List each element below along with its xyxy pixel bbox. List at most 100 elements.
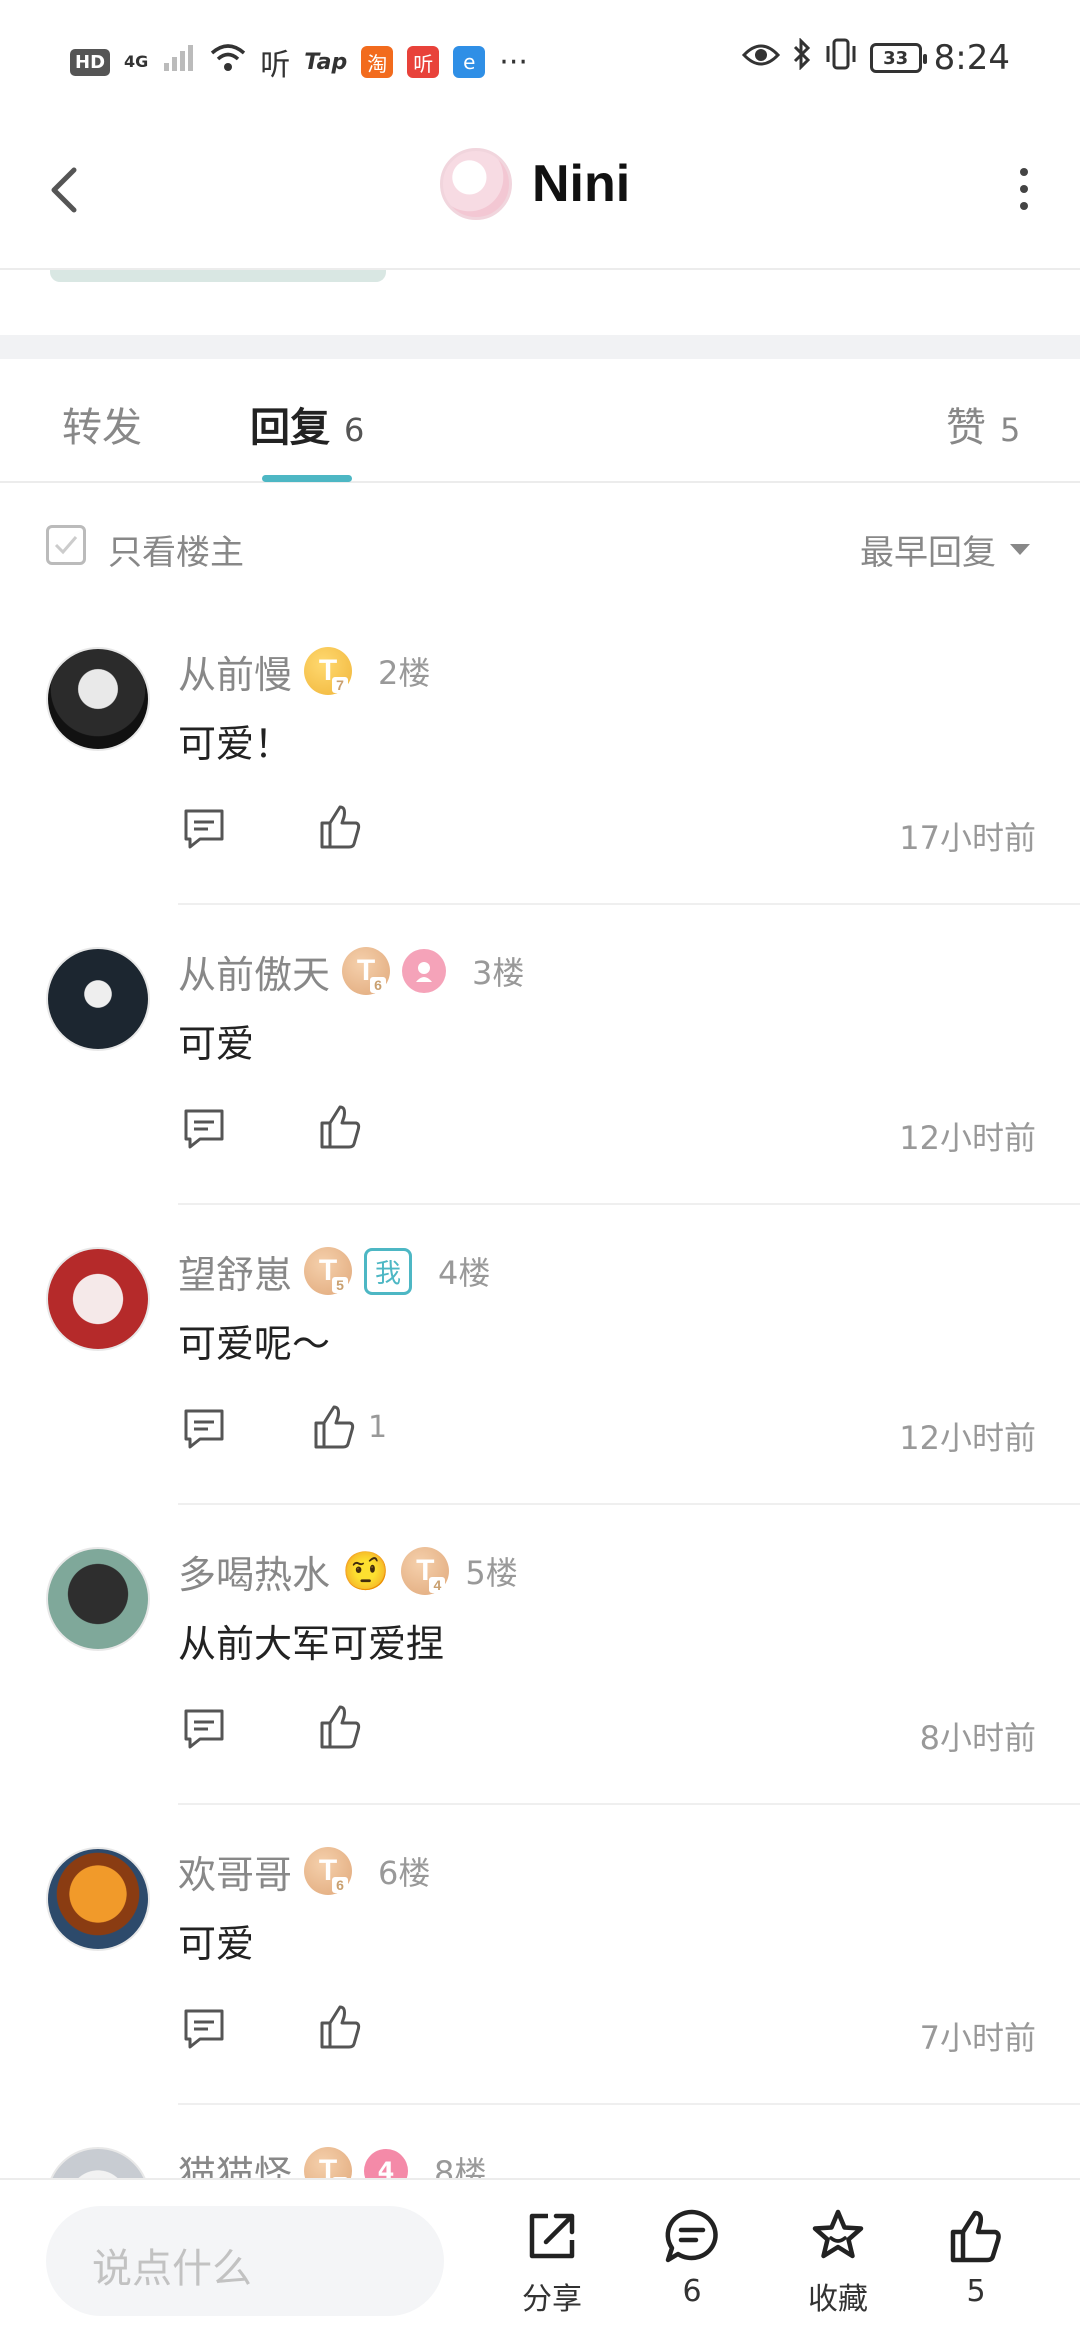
reply-icon[interactable] [182,1707,226,1751]
back-button[interactable] [40,150,90,230]
avatar[interactable] [46,947,150,1051]
author-avatar[interactable] [440,148,512,220]
creator-badge-icon [402,949,447,993]
like-button[interactable] [318,803,374,851]
post-image-edge [50,270,386,282]
level-badge-icon: T5 [304,1247,353,1295]
sort-label: 最早回复 [860,533,996,573]
thumbs-up-icon [950,2210,1001,2263]
more-options-button[interactable] [1018,168,1030,210]
comment-bubble-icon [665,2209,718,2263]
app-icon-ting: 听 [260,48,291,83]
timestamp: 8小时前 [919,1719,1036,1757]
comment-actions: 7小时前 [178,2003,1036,2059]
like-count: 1 [368,1409,388,1445]
like-post-button[interactable]: 5 [916,2208,1036,2309]
floor-number: 6楼 [378,1854,431,1892]
chevron-left-icon [51,167,77,213]
timestamp: 17小时前 [899,819,1036,857]
like-count: 5 [966,2274,986,2309]
tab-count: 5 [1000,411,1021,449]
tab-count: 6 [344,411,365,449]
raised-eyebrow-emoji-icon: 🤨 [342,1549,390,1593]
comment-header: 从前慢 T7 2楼 [178,645,430,697]
star-icon [812,2209,864,2259]
tab-replies[interactable]: 回复 6 [250,395,364,453]
vibrate-icon [824,38,858,78]
level-badge-icon: T6 [342,947,391,995]
username[interactable]: 欢哥哥 [178,1844,292,1899]
like-button[interactable] [318,2003,374,2051]
share-icon [529,2213,575,2259]
reply-icon[interactable] [182,1107,226,1151]
status-left: HD 4G 听 Tap 淘 听 e ··· [70,40,528,84]
more-dot-icon [1020,202,1028,210]
username[interactable]: 从前慢 [178,644,292,699]
status-bar: HD 4G 听 Tap 淘 听 e ··· 33 8:24 [0,0,1080,110]
app-icon-e: e [453,46,486,78]
reply-icon[interactable] [182,807,226,851]
level-number-badge: 4 [364,2149,409,2178]
top-app-bar: Nini [0,110,1080,270]
favorite-label: 收藏 [808,2282,868,2317]
comment-input[interactable]: 说点什么 [46,2206,444,2316]
floor-number: 2楼 [378,654,431,692]
avatar[interactable] [46,2147,150,2178]
comment-header: 望舒崽 T5 我 4楼 [178,1245,490,1297]
share-label: 分享 [522,2282,582,2317]
section-divider [0,335,1080,359]
more-dot-icon [1020,185,1028,193]
filter-row: 只看楼主 最早回复 [0,485,1080,605]
check-icon [54,536,78,555]
bluetooth-icon [792,37,812,78]
app-icon-taobao: 淘 [361,46,394,78]
comment-item: 望舒崽 T5 我 4楼 可爱呢～ 1 12小时前 [0,1205,1080,1505]
timestamp: 7小时前 [919,2019,1036,2057]
only-op-checkbox[interactable] [46,525,86,565]
reply-icon[interactable] [182,1407,226,1451]
status-right: 33 8:24 [741,37,1010,78]
title-group[interactable]: Nini [440,148,630,220]
reply-icon[interactable] [182,2007,226,2051]
username[interactable]: 从前傲天 [178,944,330,999]
thumbs-up-icon [314,1405,355,1449]
clock: 8:24 [933,38,1010,78]
like-button[interactable] [318,1703,374,1751]
username[interactable]: 猫猫怪 [178,2144,292,2179]
comment-header: 从前傲天 T6 3楼 [178,945,524,997]
comment-input-placeholder: 说点什么 [92,2246,252,2292]
username[interactable]: 多喝热水 [178,1544,330,1599]
only-op-label[interactable]: 只看楼主 [108,525,244,574]
username[interactable]: 望舒崽 [178,1244,292,1299]
more-notifications-icon: ··· [499,44,528,80]
level-badge-icon: T4 [401,1547,450,1595]
timestamp: 12小时前 [899,1119,1036,1157]
comment-actions: 1 12小时前 [178,1403,1036,1459]
like-button[interactable] [318,1103,374,1151]
avatar[interactable] [46,1247,150,1351]
comments-button[interactable]: 6 [632,2208,752,2309]
floor-number: 5楼 [465,1554,518,1592]
avatar[interactable] [46,1847,150,1951]
comment-header: 猫猫怪 T6 4 8楼 [178,2145,486,2178]
share-button[interactable]: 分享 [492,2208,612,2318]
favorite-button[interactable]: 收藏 [778,2208,898,2318]
battery-icon: 33 [869,43,927,73]
tab-label: 赞 [946,405,986,451]
comment-actions: 8小时前 [178,1703,1036,1759]
comment-actions: 17小时前 [178,803,1036,859]
tab-likes[interactable]: 赞 5 [946,395,1020,453]
level-badge-icon: T6 [304,1847,353,1895]
app-icon-ting-red: 听 [407,46,440,78]
avatar[interactable] [46,1547,150,1651]
comment-item: 猫猫怪 T6 4 8楼 [0,2105,1080,2178]
tab-reposts[interactable]: 转发 [62,395,156,453]
thumbs-up-icon [320,1105,361,1149]
comment-header: 欢哥哥 T6 6楼 [178,1845,430,1897]
sort-dropdown[interactable]: 最早回复 [860,525,1030,574]
thumbs-up-icon [320,805,361,849]
avatar[interactable] [46,647,150,751]
level-badge-icon: T6 [304,2147,353,2178]
like-button[interactable]: 1 [312,1403,387,1451]
caret-down-icon [1010,544,1030,555]
